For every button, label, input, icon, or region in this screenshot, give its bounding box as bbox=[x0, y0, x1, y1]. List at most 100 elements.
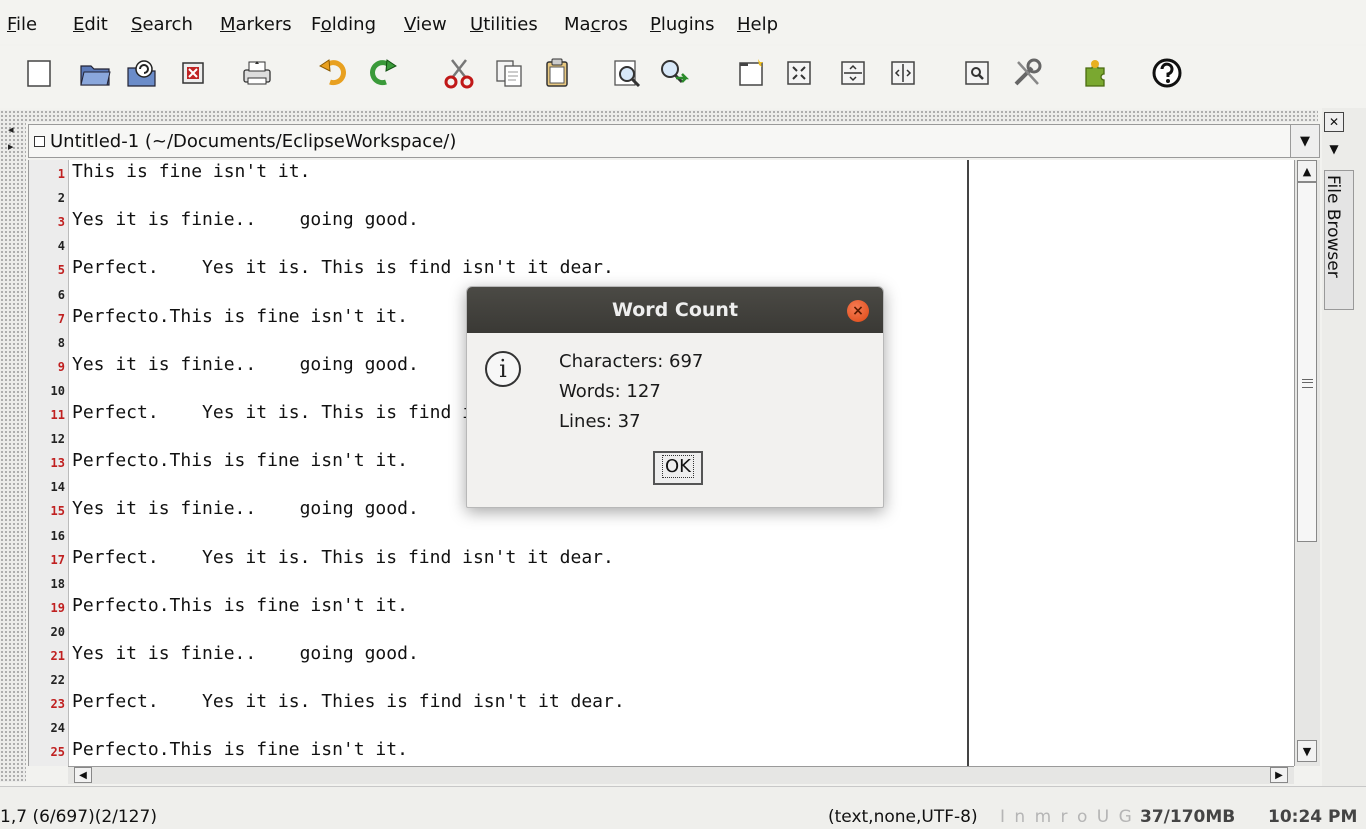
menu-markers[interactable]: Markers bbox=[220, 14, 292, 36]
buffer-dropdown-chevron-icon[interactable]: ▼ bbox=[1290, 125, 1319, 157]
clock: 10:24 PM bbox=[1268, 807, 1358, 827]
right-dock: ✕ ▼ File Browser bbox=[1322, 108, 1366, 788]
lines-count: Lines: 37 bbox=[559, 411, 641, 432]
vertical-scroll-thumb[interactable] bbox=[1297, 182, 1317, 542]
line-number[interactable]: 12 bbox=[51, 433, 65, 445]
editor-line[interactable]: Perfect. Yes it is. Thies is find isn't … bbox=[72, 692, 625, 712]
toolbar-separator bbox=[0, 110, 1318, 122]
line-number[interactable]: 13 bbox=[51, 457, 65, 469]
menu-macros[interactable]: Macros bbox=[564, 14, 628, 36]
line-number[interactable]: 21 bbox=[51, 650, 65, 662]
line-number[interactable]: 3 bbox=[58, 216, 65, 228]
buffer-mode-encoding[interactable]: (text,none,UTF-8) bbox=[828, 807, 978, 827]
dock-close-icon[interactable]: ✕ bbox=[1324, 112, 1344, 132]
dialog-title: Word Count bbox=[611, 299, 739, 321]
line-number[interactable]: 4 bbox=[58, 240, 65, 252]
open-file-icon[interactable] bbox=[78, 56, 112, 90]
line-number[interactable]: 11 bbox=[51, 409, 65, 421]
new-view-icon[interactable] bbox=[734, 56, 768, 90]
copy-icon[interactable] bbox=[492, 56, 526, 90]
scroll-up-arrow-icon[interactable]: ▲ bbox=[1297, 160, 1317, 182]
split-vertical-icon[interactable] bbox=[886, 56, 920, 90]
buffer-options-icon[interactable] bbox=[960, 56, 994, 90]
editor-line[interactable]: Perfecto.This is fine isn't it. bbox=[72, 595, 408, 616]
menu-plugins[interactable]: Plugins bbox=[650, 14, 714, 36]
editor-line[interactable]: Yes it is finie.. going good. bbox=[72, 644, 419, 664]
line-number[interactable]: 17 bbox=[51, 554, 65, 566]
find-next-icon[interactable] bbox=[656, 56, 690, 90]
line-number[interactable]: 1 bbox=[58, 168, 65, 180]
line-number[interactable]: 22 bbox=[51, 674, 65, 686]
menu-help[interactable]: Help bbox=[737, 14, 778, 36]
cut-icon[interactable] bbox=[442, 56, 476, 90]
line-number[interactable]: 5 bbox=[58, 264, 65, 276]
menu-bar: File Edit Search Markers Folding View Ut… bbox=[0, 0, 1366, 44]
line-number[interactable]: 16 bbox=[51, 530, 65, 542]
print-icon[interactable] bbox=[240, 56, 274, 90]
line-number[interactable]: 24 bbox=[51, 722, 65, 734]
menu-folding[interactable]: Folding bbox=[311, 14, 376, 36]
menu-utilities[interactable]: Utilities bbox=[470, 14, 538, 36]
line-number[interactable]: 23 bbox=[51, 698, 65, 710]
buffer-title: Untitled-1 (~/Documents/EclipseWorkspace… bbox=[50, 131, 457, 152]
line-number[interactable]: 10 bbox=[51, 385, 65, 397]
line-number[interactable]: 18 bbox=[51, 578, 65, 590]
expand-left-arrow-icon[interactable]: ◂ bbox=[8, 123, 14, 136]
caret-position[interactable]: 1,7 (6/697)(2/127) bbox=[0, 807, 157, 827]
left-dock-area bbox=[0, 110, 26, 782]
split-horizontal-icon[interactable] bbox=[836, 56, 870, 90]
memory-usage[interactable]: 37/170MB bbox=[1140, 807, 1235, 827]
editor-line[interactable]: Perfect. Yes it is. This is find isn't i… bbox=[72, 547, 614, 568]
buffer-switcher[interactable]: Untitled-1 (~/Documents/EclipseWorkspace… bbox=[28, 124, 1320, 158]
editor-line[interactable]: Yes it is finie.. going good. bbox=[72, 499, 419, 519]
line-number[interactable]: 8 bbox=[58, 337, 65, 349]
ok-button[interactable]: OK bbox=[653, 451, 703, 485]
unsplit-icon[interactable] bbox=[782, 56, 816, 90]
scroll-down-arrow-icon[interactable]: ▼ bbox=[1297, 740, 1317, 762]
line-number-gutter: 1 2 3 4 5 6 7 8 9 10 11 12 13 14 15 16 17 18 19 20 21 22 23 24 2… bbox=[29, 160, 69, 766]
menu-file[interactable]: File bbox=[7, 14, 37, 36]
status-flags[interactable]: I n m r o U G bbox=[1000, 807, 1134, 827]
file-browser-tab-label: File Browser bbox=[1323, 175, 1343, 278]
scroll-left-arrow-icon[interactable]: ◀ bbox=[74, 767, 92, 783]
horizontal-scrollbar[interactable]: ◀ ▶ bbox=[68, 766, 1294, 784]
help-icon[interactable] bbox=[1150, 56, 1184, 90]
plugin-manager-icon[interactable] bbox=[1078, 56, 1112, 90]
scroll-right-arrow-icon[interactable]: ▶ bbox=[1270, 767, 1288, 783]
line-number[interactable]: 9 bbox=[58, 361, 65, 373]
paste-icon[interactable] bbox=[540, 56, 574, 90]
line-number[interactable]: 15 bbox=[51, 505, 65, 517]
find-icon[interactable] bbox=[610, 56, 644, 90]
dialog-close-icon[interactable]: × bbox=[847, 300, 869, 322]
vertical-scrollbar[interactable]: ▲ ▼ bbox=[1294, 160, 1320, 766]
menu-edit[interactable]: Edit bbox=[73, 14, 108, 36]
wrap-margin-line bbox=[967, 160, 969, 766]
line-number[interactable]: 14 bbox=[51, 481, 65, 493]
editor-line[interactable]: Yes it is finie.. going good. bbox=[72, 210, 419, 230]
line-number[interactable]: 6 bbox=[58, 289, 65, 301]
editor-line[interactable]: Perfecto.This is fine isn't it. bbox=[72, 451, 408, 471]
dialog-titlebar[interactable]: Word Count × bbox=[467, 287, 883, 333]
reload-icon[interactable] bbox=[124, 56, 158, 90]
line-number[interactable]: 7 bbox=[58, 313, 65, 325]
line-number[interactable]: 25 bbox=[51, 746, 65, 758]
global-options-icon[interactable] bbox=[1010, 56, 1044, 90]
editor-line[interactable]: Perfecto.This is fine isn't it. bbox=[72, 306, 408, 327]
line-number[interactable]: 19 bbox=[51, 602, 65, 614]
menu-view[interactable]: View bbox=[404, 14, 447, 36]
new-file-icon[interactable] bbox=[22, 56, 56, 90]
editor-line[interactable]: Yes it is finie.. going good. bbox=[72, 354, 419, 375]
line-number[interactable]: 20 bbox=[51, 626, 65, 638]
file-browser-tab[interactable]: File Browser bbox=[1323, 170, 1354, 310]
editor-line[interactable]: This is fine isn't it. bbox=[72, 162, 310, 182]
editor-line[interactable]: Perfect. Yes it is. This is find isn't i… bbox=[72, 258, 614, 278]
dock-dropdown-chevron-icon[interactable]: ▼ bbox=[1324, 138, 1344, 160]
buffer-status-icon bbox=[34, 136, 45, 147]
close-file-icon[interactable] bbox=[176, 56, 210, 90]
redo-icon[interactable] bbox=[366, 56, 400, 90]
line-number[interactable]: 2 bbox=[58, 192, 65, 204]
editor-line[interactable]: Perfecto.This is fine isn't it. bbox=[72, 740, 408, 760]
menu-search[interactable]: Search bbox=[131, 14, 193, 36]
undo-icon[interactable] bbox=[316, 56, 350, 90]
collapse-left-arrow-icon[interactable]: ▸ bbox=[8, 140, 14, 153]
